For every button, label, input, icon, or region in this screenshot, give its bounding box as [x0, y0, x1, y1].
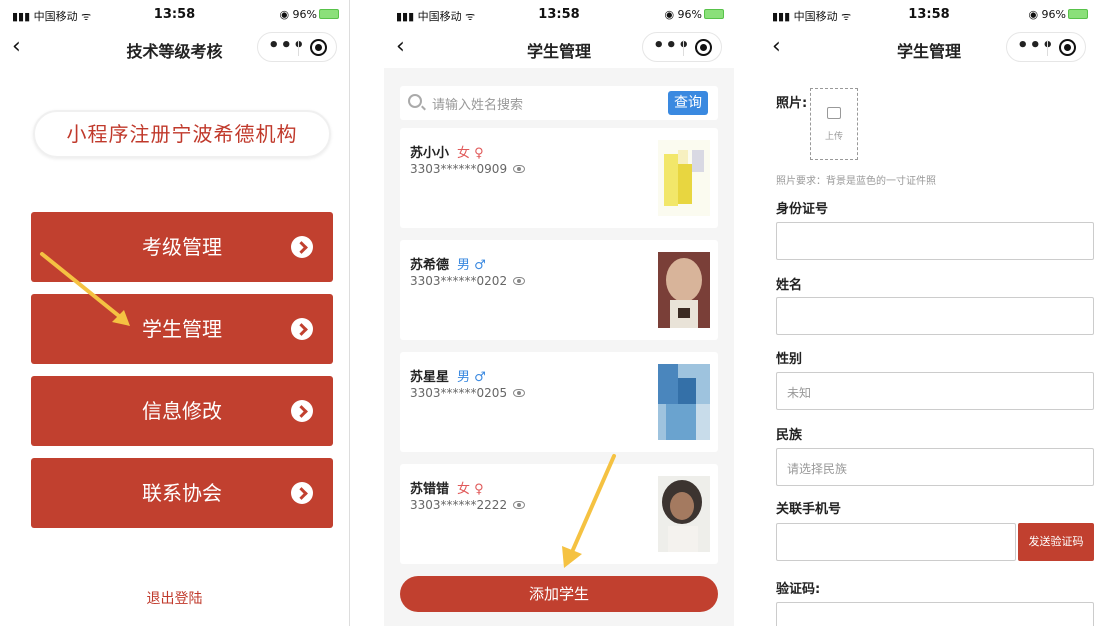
contact-association-button[interactable]: 联系协会: [31, 458, 333, 528]
verify-code-input[interactable]: [776, 602, 1094, 626]
screen-add-student-form: ▮▮▮ 中国移动 ᯤ 13:58 ◉ 96% ‹ 学生管理 ••• 照片: 上传…: [760, 0, 1098, 626]
chevron-right-icon: [291, 236, 313, 258]
status-bar: ▮▮▮ 中国移动 ᯤ 13:58 ◉ 96%: [384, 0, 734, 28]
student-photo: [658, 364, 710, 440]
search-button[interactable]: 查询: [668, 91, 708, 115]
miniprogram-capsule: •••: [1006, 32, 1086, 62]
student-name: 苏小小: [410, 146, 450, 161]
student-card[interactable]: 苏小小女 ♀ 3303******0909: [400, 128, 718, 228]
gender-value: 未知: [787, 386, 812, 400]
gender-female-label: 女 ♀: [457, 482, 484, 497]
battery-icon: [319, 9, 339, 19]
chevron-right-icon: [291, 318, 313, 340]
info-edit-button[interactable]: 信息修改: [31, 376, 333, 446]
status-bar: ▮▮▮ 中国移动 ᯤ 13:58 ◉ 96%: [760, 0, 1098, 28]
student-card[interactable]: 苏星星男 ♂ 3303******0205: [400, 352, 718, 452]
phone-label: 关联手机号: [776, 502, 842, 517]
gender-male-label: 男 ♂: [457, 370, 486, 385]
student-photo: [658, 252, 710, 328]
annotation-arrow-icon: [40, 252, 130, 326]
more-icon[interactable]: •••: [268, 37, 306, 55]
gender-label: 性别: [776, 352, 803, 367]
eye-icon[interactable]: [513, 165, 526, 173]
nav-bar: ‹ 学生管理 •••: [384, 28, 734, 68]
battery-icon: [1068, 9, 1088, 19]
logout-link[interactable]: 退出登陆: [0, 588, 349, 608]
student-name: 苏错错: [410, 482, 450, 497]
gender-female-label: 女 ♀: [457, 146, 484, 161]
student-id: 3303******0909: [410, 162, 508, 176]
battery-icon: [704, 9, 724, 19]
more-icon[interactable]: •••: [653, 37, 691, 55]
id-number-input[interactable]: [776, 222, 1094, 260]
photo-label: 照片:: [776, 96, 808, 111]
screen-exam-home: ▮▮▮ 中国移动 ᯤ 13:58 ◉ 96% ‹ 技术等级考核 ••• 小程序注…: [0, 0, 350, 626]
phone-input[interactable]: [776, 523, 1016, 561]
student-name: 苏星星: [410, 370, 450, 385]
chevron-right-icon: [291, 482, 313, 504]
battery-indicator: ◉ 96%: [664, 8, 724, 21]
student-id: 3303******2222: [410, 498, 508, 512]
search-icon: [408, 94, 422, 108]
battery-indicator: ◉ 96%: [1028, 8, 1088, 21]
search-bar: 请输入姓名搜索 查询: [400, 86, 718, 120]
eye-icon[interactable]: [513, 501, 526, 509]
add-student-button[interactable]: 添加学生: [400, 576, 718, 612]
close-miniprogram-icon[interactable]: [1059, 39, 1076, 56]
student-photo: [658, 140, 710, 216]
close-miniprogram-icon[interactable]: [310, 39, 327, 56]
name-label: 姓名: [776, 278, 803, 293]
more-icon[interactable]: •••: [1017, 37, 1055, 55]
ethnicity-placeholder: 请选择民族: [787, 462, 848, 476]
eye-icon[interactable]: [513, 389, 526, 397]
miniprogram-capsule: •••: [642, 32, 722, 62]
screen-student-list: ▮▮▮ 中国移动 ᯤ 13:58 ◉ 96% ‹ 学生管理 ••• 请输入姓名搜…: [384, 0, 734, 626]
photo-requirement-hint: 照片要求：背景是蓝色的一寸证件照: [776, 176, 936, 187]
send-code-button[interactable]: 发送验证码: [1018, 523, 1094, 561]
image-icon: [827, 107, 841, 119]
name-input[interactable]: [776, 297, 1094, 335]
id-number-label: 身份证号: [776, 202, 829, 217]
verify-code-label: 验证码:: [776, 582, 821, 597]
student-id: 3303******0205: [410, 386, 508, 400]
student-name: 苏希德: [410, 258, 450, 273]
org-banner: 小程序注册宁波希德机构: [33, 110, 331, 158]
battery-indicator: ◉ 96%: [279, 8, 339, 21]
nav-bar: ‹ 技术等级考核 •••: [0, 28, 349, 68]
student-photo: [658, 476, 710, 552]
gender-select[interactable]: 未知: [776, 372, 1094, 410]
miniprogram-capsule: •••: [257, 32, 337, 62]
eye-icon[interactable]: [513, 277, 526, 285]
nav-bar: ‹ 学生管理 •••: [760, 28, 1098, 68]
student-id: 3303******0202: [410, 274, 508, 288]
ethnicity-label: 民族: [776, 428, 803, 443]
student-card[interactable]: 苏希德男 ♂ 3303******0202: [400, 240, 718, 340]
search-input[interactable]: 请输入姓名搜索: [432, 94, 523, 113]
chevron-right-icon: [291, 400, 313, 422]
photo-upload-box[interactable]: 上传: [810, 88, 858, 160]
annotation-arrow-icon: [562, 454, 616, 568]
gender-male-label: 男 ♂: [457, 258, 486, 273]
upload-label: 上传: [824, 132, 843, 142]
status-bar: ▮▮▮ 中国移动 ᯤ 13:58 ◉ 96%: [0, 0, 349, 28]
ethnicity-select[interactable]: 请选择民族: [776, 448, 1094, 486]
close-miniprogram-icon[interactable]: [695, 39, 712, 56]
